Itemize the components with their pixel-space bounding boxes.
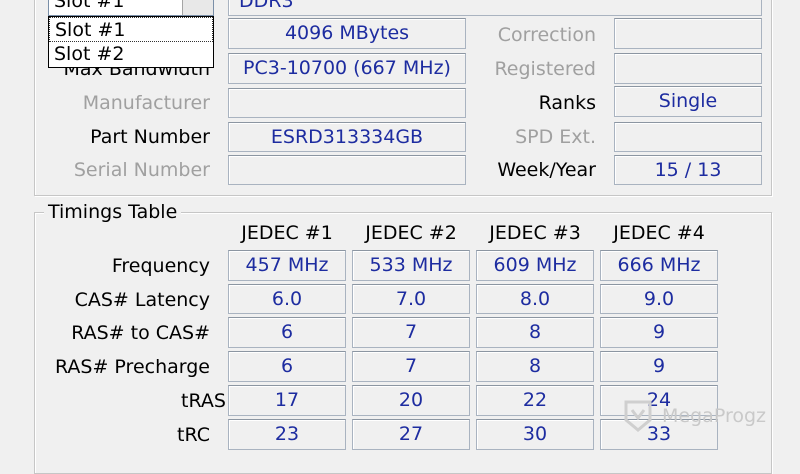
cas-latency-jedec-1: 6.0 (228, 284, 346, 314)
slot-dropdown-list[interactable]: Slot #1 Slot #2 (48, 16, 214, 68)
memory-type-value: DDR3 (239, 0, 294, 12)
frequency-jedec-4: 666 MHz (600, 250, 718, 281)
trc-jedec-2: 27 (352, 419, 470, 450)
part-number-label: Part Number (90, 126, 210, 148)
ras-precharge-jedec-3: 8 (476, 351, 594, 382)
ras-to-cas-jedec-3: 8 (476, 317, 594, 348)
cas-latency-label: CAS# Latency (74, 289, 210, 311)
week-year-field: 15 / 13 (614, 155, 762, 185)
ras-to-cas-jedec-2: 7 (352, 317, 470, 348)
ras-to-cas-jedec-4: 9 (600, 317, 718, 348)
ranks-field: Single (614, 86, 762, 117)
ras-precharge-jedec-4: 9 (600, 351, 718, 382)
slot-combo[interactable]: Slot #1 (48, 0, 214, 16)
week-year-label: Week/Year (497, 159, 596, 181)
ras-to-cas-label: RAS# to CAS# (71, 322, 210, 344)
cas-latency-jedec-2: 7.0 (352, 284, 470, 314)
registered-field (614, 53, 762, 84)
serial-number-field (228, 155, 466, 185)
combo-dropdown-button[interactable] (182, 0, 213, 15)
tras-jedec-2: 20 (352, 385, 470, 416)
slot-option-1[interactable]: Slot #1 (49, 17, 213, 42)
part-number-field: ESRD313334GB (228, 122, 466, 152)
megaprogz-logo-icon (624, 400, 652, 432)
frequency-label: Frequency (111, 255, 210, 277)
spd-ext-field (614, 122, 762, 152)
ras-precharge-jedec-2: 7 (352, 351, 470, 382)
ras-to-cas-jedec-1: 6 (228, 317, 346, 348)
registered-label: Registered (494, 58, 596, 80)
spd-ext-label: SPD Ext. (515, 126, 596, 148)
jedec-4-header: JEDEC #4 (613, 222, 705, 244)
frequency-jedec-1: 457 MHz (228, 250, 346, 281)
jedec-1-header: JEDEC #1 (241, 222, 333, 244)
frequency-jedec-3: 609 MHz (476, 250, 594, 281)
frequency-jedec-2: 533 MHz (352, 250, 470, 281)
jedec-2-header: JEDEC #2 (365, 222, 457, 244)
watermark: MegaProgz (620, 398, 766, 434)
slot-option-2[interactable]: Slot #2 (49, 42, 213, 67)
correction-label: Correction (497, 24, 596, 46)
trc-label: tRC (177, 424, 210, 446)
correction-field (614, 18, 762, 49)
watermark-text: MegaProgz (662, 405, 766, 427)
cas-latency-jedec-3: 8.0 (476, 284, 594, 314)
ranks-label: Ranks (538, 92, 596, 114)
cas-latency-jedec-4: 9.0 (600, 284, 718, 314)
tras-label: tRAS (181, 390, 226, 412)
manufacturer-label: Manufacturer (82, 92, 210, 114)
trc-jedec-1: 23 (228, 419, 346, 450)
ras-precharge-label: RAS# Precharge (54, 356, 210, 378)
serial-number-label: Serial Number (73, 159, 210, 181)
memory-type-field: DDR3 (228, 0, 762, 16)
tras-jedec-3: 22 (476, 385, 594, 416)
module-size-field: 4096 MBytes (228, 18, 466, 49)
jedec-3-header: JEDEC #3 (489, 222, 581, 244)
ras-precharge-jedec-1: 6 (228, 351, 346, 382)
timings-table-title: Timings Table (44, 201, 182, 223)
manufacturer-field (228, 88, 466, 118)
trc-jedec-3: 30 (476, 419, 594, 450)
tras-jedec-1: 17 (228, 385, 346, 416)
max-bandwidth-field: PC3-10700 (667 MHz) (228, 53, 466, 84)
slot-combo-value: Slot #1 (54, 0, 125, 12)
